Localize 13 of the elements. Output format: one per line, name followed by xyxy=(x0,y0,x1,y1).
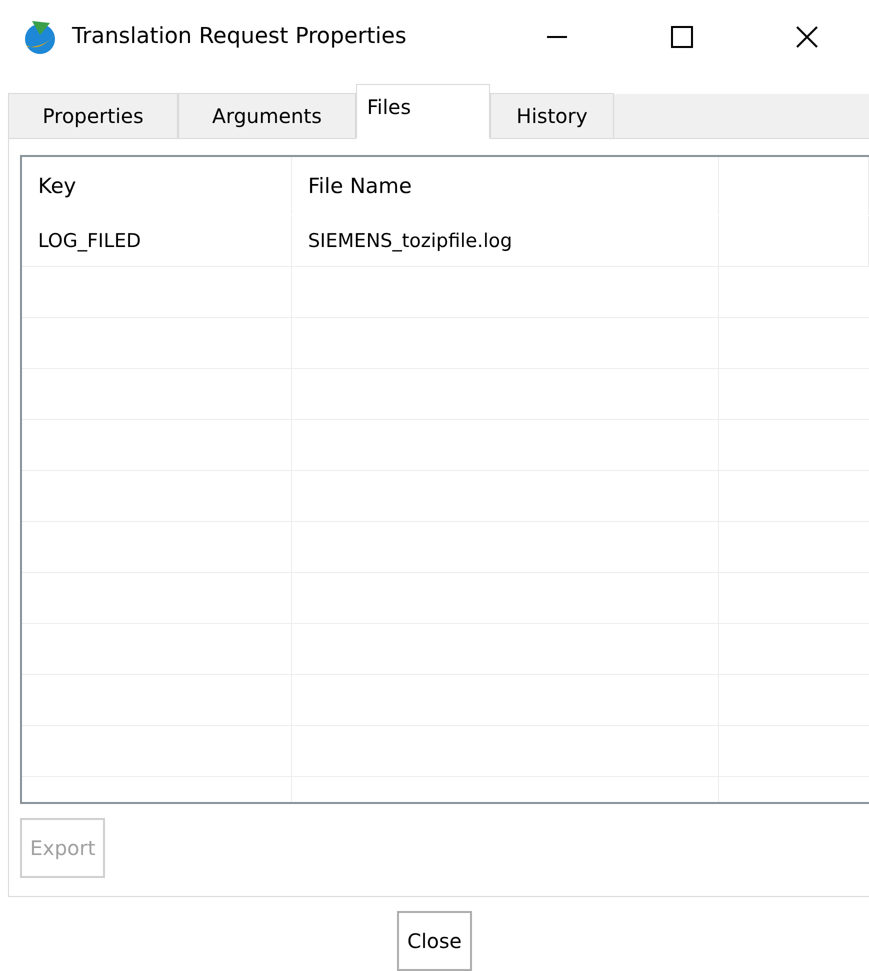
tab[interactable]: Properties xyxy=(8,93,178,138)
tab[interactable]: Files xyxy=(356,84,490,139)
tab[interactable]: Arguments xyxy=(178,93,356,138)
close-button[interactable]: Close xyxy=(397,911,472,971)
window-title: Translation Request Properties xyxy=(72,24,406,50)
maximize-icon xyxy=(670,26,692,48)
column-header[interactable]: Key xyxy=(22,157,292,215)
table-cell: SIEMENS_tozipfile.log xyxy=(292,216,719,266)
table-cell: LOG_FILED xyxy=(22,216,292,266)
tab[interactable]: History xyxy=(490,93,614,138)
column-header[interactable]: File Name xyxy=(292,157,719,215)
close-icon xyxy=(796,26,818,48)
minimize-icon xyxy=(546,36,568,38)
